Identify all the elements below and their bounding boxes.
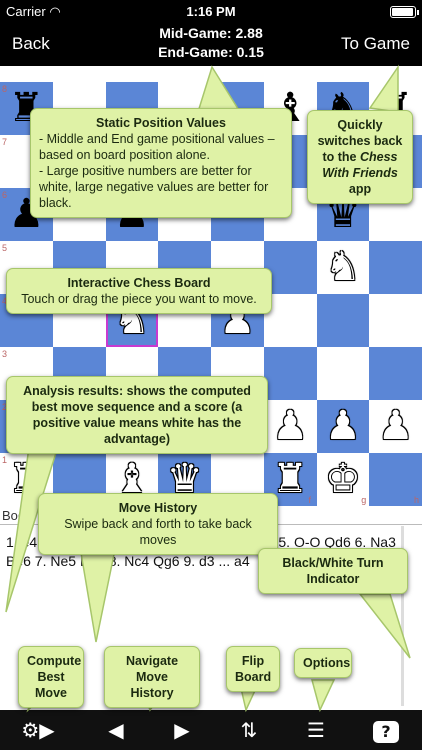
rank-label: 3	[2, 349, 8, 359]
rank-label: 5	[2, 243, 8, 253]
book-label: Book	[2, 508, 32, 523]
options-callout: Options	[294, 648, 352, 678]
arrow-right-icon: ▶	[174, 718, 190, 742]
navigate-history-callout: Navigate Move History	[104, 646, 200, 708]
static-values-line1: - Middle and End game positional values …	[39, 132, 275, 162]
battery-icon	[390, 3, 419, 18]
interactive-board-callout: Interactive Chess Board Touch or drag th…	[6, 268, 272, 314]
previous-move-button[interactable]: ◀	[88, 710, 144, 750]
chess-piece[interactable]: ♟	[317, 400, 370, 453]
compute-best-move-callout: Compute Best Move	[18, 646, 84, 708]
interactive-board-subtitle: Touch or drag the piece you want to move…	[21, 292, 257, 306]
board-square[interactable]	[369, 294, 422, 347]
chess-piece[interactable]: ♟	[264, 400, 317, 453]
flip-board-callout: Flip Board	[226, 646, 280, 692]
file-label: h	[414, 495, 420, 505]
flip-icon: ⇅	[240, 718, 258, 742]
chess-piece[interactable]: ♚	[317, 453, 370, 506]
interactive-board-title: Interactive Chess Board	[67, 276, 211, 290]
board-square[interactable]	[316, 294, 370, 347]
board-square[interactable]	[316, 347, 370, 400]
board-square[interactable]	[369, 347, 422, 400]
to-game-button[interactable]: To Game	[341, 34, 410, 54]
static-values-title: Static Position Values	[96, 116, 226, 130]
rank-label: 7	[2, 137, 8, 147]
arrow-left-icon: ◀	[108, 718, 124, 742]
chess-piece[interactable]: ♟	[369, 400, 422, 453]
move-history-title: Move History	[118, 501, 198, 515]
move-history-subtitle: Swipe back and forth to take back moves	[64, 517, 252, 547]
turn-indicator-callout: Black/White Turn Indicator	[258, 548, 408, 594]
static-values-callout: Static Position Values - Middle and End …	[30, 108, 292, 218]
compute-best-move-button[interactable]: ⚙▶	[8, 710, 68, 750]
switch-app-suffix: app	[348, 182, 372, 196]
help-icon: ?	[373, 720, 399, 743]
analysis-callout: Analysis results: shows the computed bes…	[6, 376, 268, 454]
sliders-icon: ☰	[307, 718, 325, 742]
board-square[interactable]	[369, 241, 422, 294]
static-values-line2: - Large positive numbers are better for …	[39, 164, 269, 210]
move-history-callout: Move History Swipe back and forth to tak…	[38, 493, 278, 555]
flip-board-button[interactable]: ⇅	[221, 710, 277, 750]
bottom-toolbar: ⚙▶ ◀ ▶ ⇅ ☰ ?	[0, 710, 422, 750]
status-bar: Carrier ◠ 1:16 PM	[0, 0, 422, 22]
next-move-button[interactable]: ▶	[154, 710, 210, 750]
switch-app-callout: Quickly switches back to the Chess With …	[307, 110, 413, 204]
clock: 1:16 PM	[186, 4, 236, 19]
gear-play-icon: ⚙▶	[21, 718, 55, 742]
options-button[interactable]: ☰	[288, 710, 344, 750]
nav-bar: Back Mid-Game: 2.88 End-Game: 0.15 To Ga…	[0, 22, 422, 66]
help-button[interactable]: ?	[358, 710, 414, 750]
board-square[interactable]	[263, 347, 317, 400]
chess-piece[interactable]: ♞	[317, 241, 370, 294]
